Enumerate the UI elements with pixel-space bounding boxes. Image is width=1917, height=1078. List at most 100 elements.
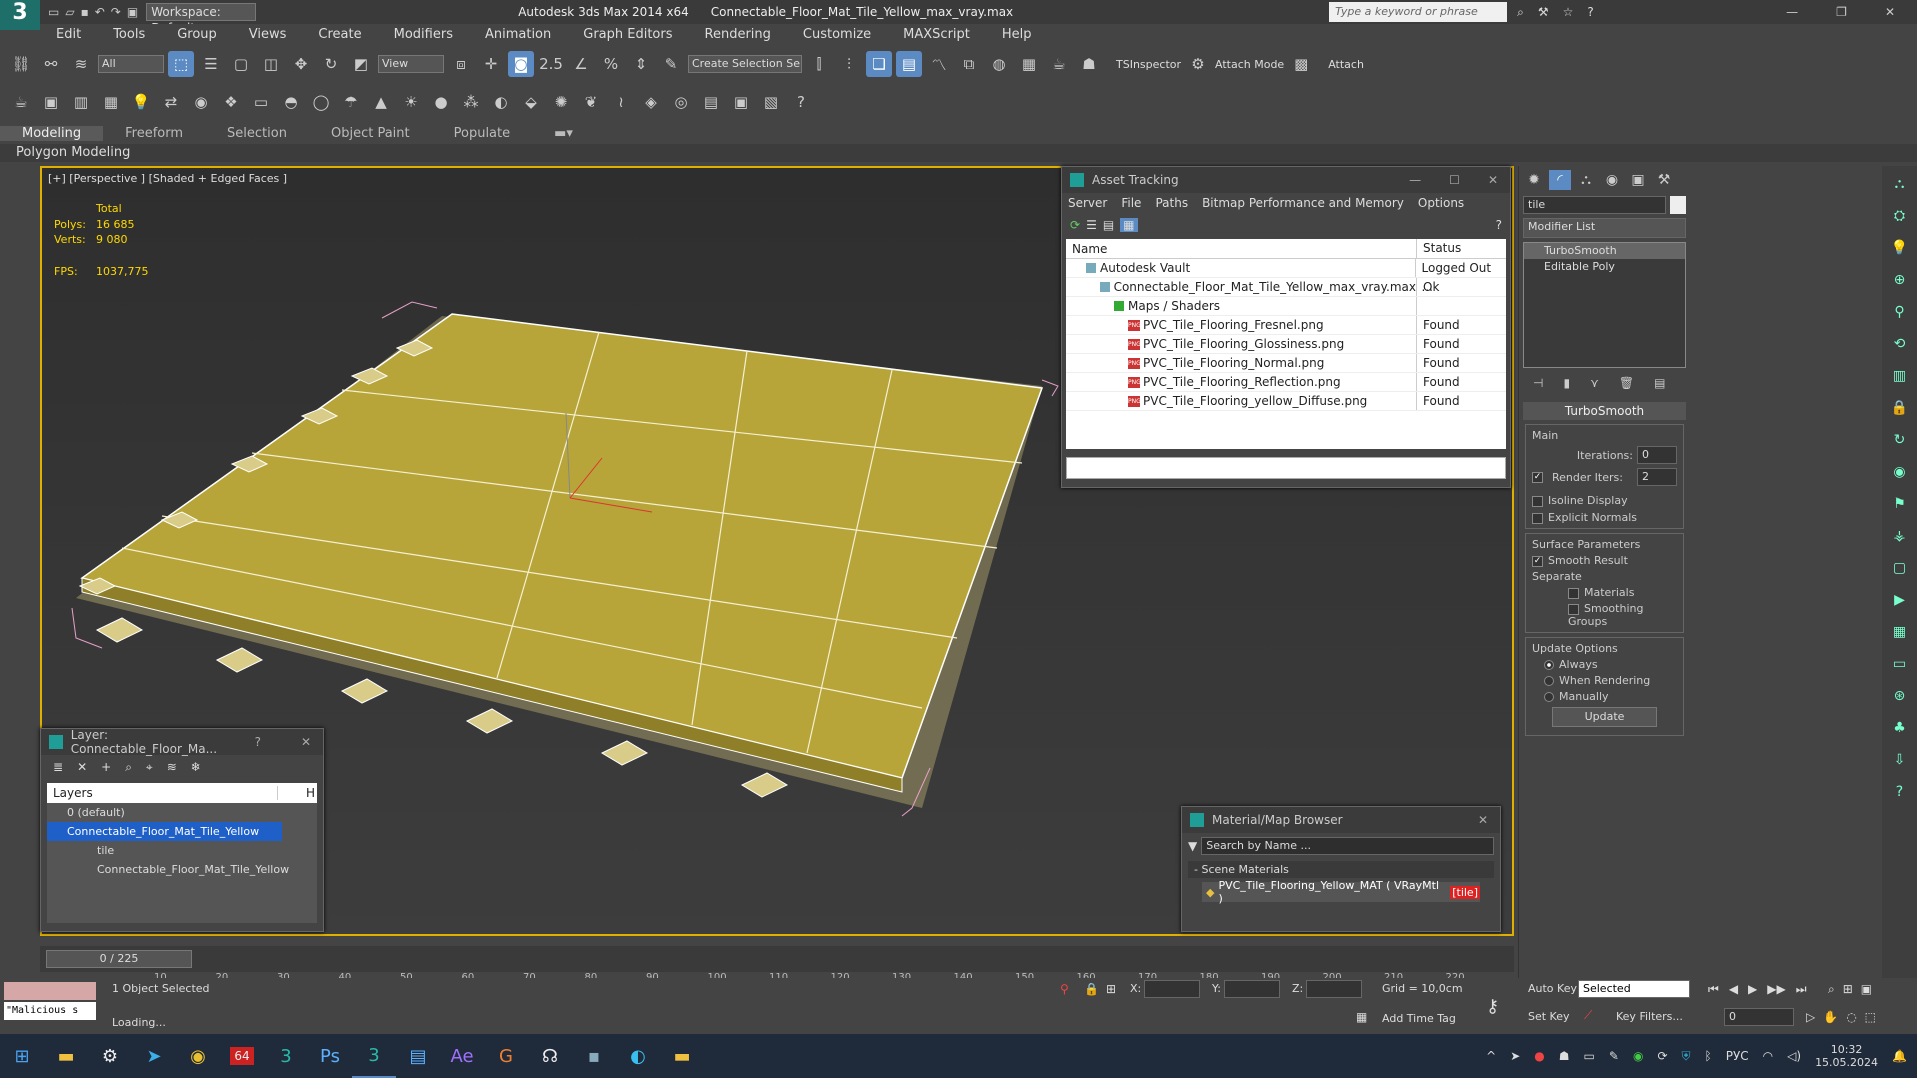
rect-selection-icon[interactable]: ▢ [228, 51, 254, 77]
named-selection-set-dropdown[interactable]: Create Selection Se [688, 55, 802, 73]
tab-object-paint[interactable]: Object Paint [309, 126, 432, 141]
always-radio[interactable] [1544, 660, 1554, 670]
attach-label[interactable]: Attach [1328, 58, 1364, 71]
prev-frame-icon[interactable]: ◀ [1729, 982, 1738, 997]
attach-mode-icon[interactable]: ⚙ [1185, 51, 1211, 77]
asset-row[interactable]: PNG PVC_Tile_Flooring_yellow_Diffuse.png F… [1066, 392, 1506, 411]
tab-selection[interactable]: Selection [205, 126, 309, 141]
x-coord-field[interactable] [1144, 980, 1200, 998]
modify-tab-icon[interactable]: ◜ [1549, 170, 1571, 190]
select-object-icon[interactable]: ⬚ [168, 51, 194, 77]
asset-row[interactable]: PNG PVC_Tile_Flooring_Reflection.png Found [1066, 373, 1506, 392]
star-icon[interactable]: ☆ [1563, 5, 1574, 20]
stack-turbosmooth[interactable]: TurboSmooth [1524, 243, 1685, 259]
material-search-input[interactable]: Search by Name ... [1201, 837, 1494, 855]
project-icon[interactable]: ▣ [127, 5, 138, 19]
explicit-normals-checkbox[interactable] [1532, 512, 1543, 524]
environment-icon[interactable]: ✺ [548, 89, 574, 115]
key-mode-dropdown[interactable]: Selected [1578, 980, 1690, 998]
schematic-view-icon[interactable]: ⧉ [956, 51, 982, 77]
ref-coord-dropdown[interactable]: View [378, 55, 444, 73]
book-icon[interactable]: ▥ [1889, 364, 1911, 388]
curve-editor-icon[interactable]: 〽 [926, 51, 952, 77]
align-icon[interactable]: ⫶ [836, 51, 862, 77]
rotate-view-icon[interactable]: ↻ [1889, 428, 1911, 452]
modifier-list-dropdown[interactable]: Modifier List [1523, 218, 1686, 238]
fov-icon[interactable]: ▷ [1806, 1010, 1815, 1024]
converter-icon[interactable]: ⇄ [158, 89, 184, 115]
asset-menu-options[interactable]: Options [1418, 196, 1464, 210]
sun-icon[interactable]: ☀ [398, 89, 424, 115]
play-icon[interactable]: ▶ [1748, 982, 1757, 997]
time-slider[interactable]: 0 / 225 [40, 946, 1514, 972]
polygon-modeling-bar[interactable]: Polygon Modeling [0, 144, 1917, 162]
asset-menu-bitmap-performance-and-memory[interactable]: Bitmap Performance and Memory [1202, 196, 1404, 210]
highlight-layer-icon[interactable]: ⌖ [146, 760, 153, 775]
close-icon[interactable]: ✕ [301, 735, 311, 749]
tab-modeling[interactable]: Modeling [0, 125, 104, 141]
bluetooth-icon[interactable]: ᛒ [1705, 1049, 1712, 1063]
vfb-icon[interactable]: ▤ [698, 89, 724, 115]
badge-app-icon[interactable]: 64 [220, 1034, 264, 1078]
asset-row[interactable]: PNG PVC_Tile_Flooring_Fresnel.png Found [1066, 316, 1506, 335]
mirror-icon[interactable]: ⫿ [806, 51, 832, 77]
windows-start-icon[interactable]: ⊞ [0, 1034, 44, 1078]
tray-shield-icon[interactable]: ⛨ [1682, 1049, 1691, 1064]
search-options-icon[interactable]: ▼ [1188, 839, 1197, 853]
keyboard-shortcut-icon[interactable]: ◙ [508, 51, 534, 77]
ies-light-icon[interactable]: ▲ [368, 89, 394, 115]
unlink-icon[interactable]: ⚯ [38, 51, 64, 77]
new-file-icon[interactable]: ▭ [48, 5, 59, 19]
bind-spacewarp-icon[interactable]: ≋ [68, 51, 94, 77]
asset-row[interactable]: Maps / Shaders [1066, 297, 1506, 316]
absolute-mode-icon[interactable]: ⊞ [1106, 982, 1116, 996]
layer-manager-window[interactable]: Layer: Connectable_Floor_Ma... ? ✕ ≣ ✕ + … [40, 728, 324, 932]
utilities-tab-icon[interactable]: ⚒ [1653, 170, 1675, 190]
object-name-input[interactable]: tile [1523, 196, 1666, 214]
ribbon-options-icon[interactable]: ▬▾ [532, 126, 595, 141]
maxscript-output[interactable]: "Malicious s [4, 1002, 96, 1020]
material-editor-icon[interactable]: ◍ [986, 51, 1012, 77]
teapot-icon[interactable]: ☕ [8, 89, 34, 115]
reset-icon[interactable]: ⟲ [1889, 332, 1911, 356]
materials-checkbox[interactable] [1568, 587, 1579, 599]
ts-inspector-label[interactable]: TSInspector [1116, 58, 1181, 71]
wand-icon[interactable]: ⚲ [1889, 300, 1911, 324]
detail-view-icon[interactable]: ▤ [1103, 218, 1114, 232]
z-coord-field[interactable] [1306, 980, 1362, 998]
tray-display-icon[interactable]: ▭ [1584, 1049, 1595, 1063]
material-entry[interactable]: ◆ PVC_Tile_Flooring_Yellow_MAT ( VRayMtl… [1202, 879, 1480, 905]
close-icon[interactable]: ✕ [1478, 813, 1488, 827]
object-color-swatch[interactable] [1670, 196, 1686, 214]
menu-edit[interactable]: Edit [40, 27, 97, 42]
clipper-icon[interactable]: ◈ [638, 89, 664, 115]
refresh-icon[interactable]: ⟳ [1070, 218, 1080, 232]
menu-animation[interactable]: Animation [469, 27, 567, 42]
asset-row[interactable]: PNG PVC_Tile_Flooring_Glossiness.png Found [1066, 335, 1506, 354]
go-to-start-icon[interactable]: ⏮ [1708, 982, 1719, 997]
menu-graph-editors[interactable]: Graph Editors [567, 27, 688, 42]
close-icon[interactable]: ✕ [1885, 5, 1895, 19]
window-crossing-icon[interactable]: ◫ [258, 51, 284, 77]
tray-send-icon[interactable]: ➤ [1510, 1049, 1520, 1063]
col-status[interactable]: Status [1416, 239, 1461, 258]
app-logo-icon[interactable]: 3 [0, 0, 40, 30]
scene-explorer-icon[interactable]: ⛭ [1889, 204, 1911, 228]
menu-help[interactable]: Help [986, 27, 1048, 42]
3dsmax-active-icon[interactable]: 3 [352, 1034, 396, 1078]
show-end-result-icon[interactable]: ▮ [1563, 376, 1570, 390]
spinner-snap-icon[interactable]: ⇕ [628, 51, 654, 77]
make-unique-icon[interactable]: ⋎ [1590, 376, 1599, 390]
globe-icon[interactable]: ◉ [1889, 460, 1911, 484]
selection-filter-dropdown[interactable]: All [98, 55, 164, 73]
menu-tools[interactable]: Tools [97, 27, 161, 42]
wifi-icon[interactable]: ◠ [1763, 1049, 1773, 1063]
light-bulb-icon[interactable]: 💡 [1889, 236, 1911, 260]
file-explorer-icon[interactable]: ▬ [44, 1034, 88, 1078]
isolate-icon[interactable]: ⚲ [1060, 982, 1069, 996]
scene-materials-header[interactable]: - Scene Materials [1188, 861, 1494, 878]
tray-network-icon[interactable]: ☗ [1559, 1049, 1570, 1063]
help-icon[interactable]: ? [1496, 218, 1510, 232]
render-production-icon[interactable]: ☗ [1076, 51, 1102, 77]
help-circle-icon[interactable]: ? [788, 89, 814, 115]
